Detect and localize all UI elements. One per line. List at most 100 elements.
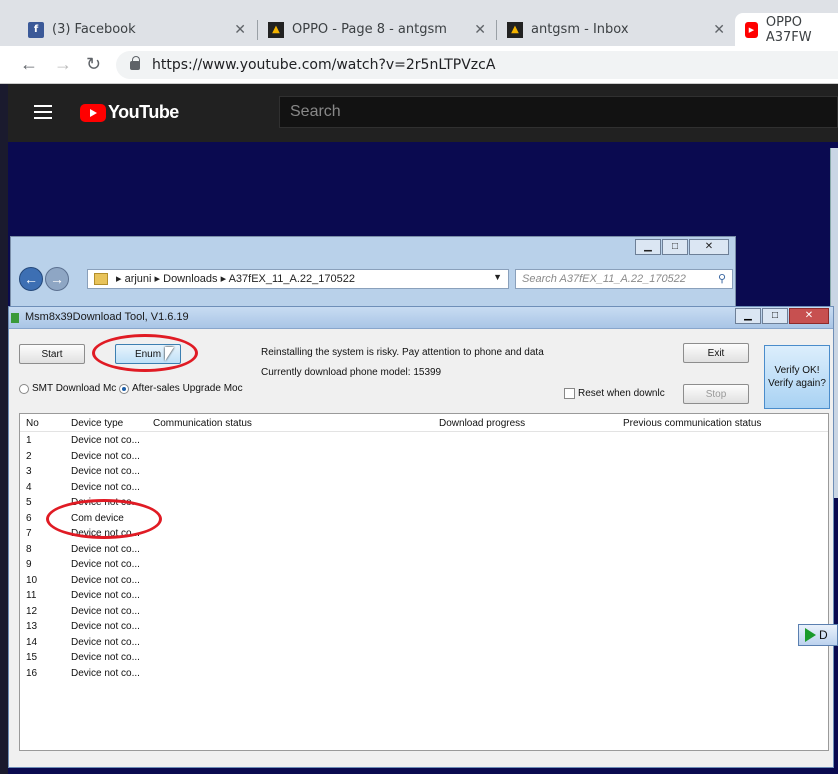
row-number: 4 — [26, 481, 32, 493]
address-bar: ← → ↻ https://www.youtube.com/watch?v=2r… — [0, 46, 838, 84]
search-placeholder: Search A37fEX_11_A.22_170522 — [522, 273, 686, 285]
table-row[interactable]: 16 Device not co... — [20, 667, 828, 683]
table-row[interactable]: 12 Device not co... — [20, 605, 828, 621]
row-device-type: Device not co... — [71, 574, 140, 586]
breadcrumb[interactable]: ▸ arjuni ▸ Downloads ▸ A37fEX_11_A.22_17… — [87, 269, 509, 289]
antgsm-icon: ▲ — [507, 21, 523, 38]
device-list[interactable]: No Device type Communication status Down… — [19, 413, 829, 751]
row-number: 12 — [26, 605, 38, 617]
table-row[interactable]: 9 Device not co... — [20, 558, 828, 574]
close-icon[interactable]: ✕ — [689, 239, 729, 255]
table-row[interactable]: 14 Device not co... — [20, 636, 828, 652]
back-arrow-icon[interactable]: ← — [19, 267, 43, 291]
checkbox-box — [564, 388, 575, 399]
url-field[interactable]: https://www.youtube.com/watch?v=2r5nLTPV… — [116, 51, 838, 79]
maximize-icon[interactable]: □ — [762, 308, 788, 324]
row-number: 8 — [26, 543, 32, 555]
download-button[interactable]: D — [798, 624, 838, 646]
tab-title: (3) Facebook — [52, 22, 136, 37]
table-row[interactable]: 3 Device not co... — [20, 465, 828, 481]
window-controls: ▁ □ ✕ — [734, 308, 829, 324]
folder-icon — [94, 273, 108, 285]
aftersales-upgrade-radio[interactable]: After-sales Upgrade Moc — [119, 383, 243, 394]
row-device-type: Device not co... — [71, 435, 140, 446]
row-device-type: Device not co... — [71, 590, 140, 601]
column-header[interactable]: Communication status — [153, 418, 252, 429]
column-header[interactable]: Download progress — [439, 418, 525, 429]
reset-when-download-checkbox[interactable]: Reset when downlc — [564, 388, 665, 399]
row-number: 14 — [26, 636, 38, 648]
minimize-icon[interactable]: ▁ — [735, 308, 761, 324]
tab-title: OPPO - Page 8 - antgsm — [292, 22, 447, 37]
search-icon: ⚲ — [717, 273, 726, 285]
column-header[interactable]: Device type — [71, 418, 123, 429]
breadcrumb-item[interactable]: Downloads — [163, 273, 217, 285]
table-row[interactable]: 13 Device not co... — [20, 620, 828, 636]
chevron-down-icon[interactable]: ▼ — [493, 272, 502, 282]
close-icon[interactable]: ✕ — [474, 22, 486, 38]
title-bar: Msm8x39Download Tool, V1.6.19 ▁ □ ✕ — [9, 307, 833, 329]
radio-circle — [19, 383, 29, 394]
row-device-type: Device not co... — [71, 481, 140, 493]
radio-circle — [119, 383, 129, 394]
column-header[interactable]: Previous communication status — [623, 418, 761, 429]
row-device-type: Device not co... — [71, 450, 140, 462]
menu-icon[interactable] — [34, 105, 52, 119]
highlight-circle — [92, 334, 198, 372]
minimize-icon[interactable]: ▁ — [635, 239, 661, 255]
row-number: 11 — [26, 590, 37, 601]
play-arrow-icon — [805, 628, 816, 642]
verify-button[interactable]: Verify OK! Verify again? — [764, 345, 830, 409]
forward-arrow-icon[interactable]: → — [45, 267, 69, 291]
breadcrumb-item[interactable]: A37fEX_11_A.22_170522 — [229, 273, 355, 285]
tab-facebook[interactable]: f (3) Facebook ✕ — [18, 13, 256, 46]
row-device-type: Device not co... — [71, 621, 140, 632]
row-number: 5 — [26, 497, 32, 508]
verify-line-1: Verify OK! — [774, 365, 820, 376]
table-row[interactable]: 2 Device not co... — [20, 450, 828, 466]
close-icon[interactable]: ✕ — [789, 308, 829, 324]
close-icon[interactable]: ✕ — [713, 22, 725, 38]
close-icon[interactable]: ✕ — [234, 22, 246, 38]
smt-download-radio[interactable]: SMT Download Mc — [19, 383, 116, 394]
youtube-logo[interactable]: YouTube — [80, 102, 179, 123]
table-row[interactable]: 4 Device not co... — [20, 481, 828, 497]
row-number: 6 — [26, 512, 32, 524]
row-device-type: Device not co... — [71, 466, 140, 477]
row-number: 13 — [26, 621, 38, 632]
row-device-type: Device not co... — [71, 543, 140, 555]
forward-arrow-icon[interactable]: → — [54, 54, 72, 75]
table-row[interactable]: 15 Device not co... — [20, 651, 828, 667]
breadcrumb-item[interactable]: arjuni — [125, 273, 152, 285]
tab-antgsm-inbox[interactable]: ▲ antgsm - Inbox ✕ — [497, 13, 735, 46]
explorer-search-input[interactable]: Search A37fEX_11_A.22_170522 ⚲ — [515, 269, 733, 289]
maximize-icon[interactable]: □ — [662, 239, 688, 255]
start-button[interactable]: Start — [19, 344, 85, 364]
window-title: Msm8x39Download Tool, V1.6.19 — [25, 311, 189, 323]
youtube-play-icon — [80, 103, 106, 122]
reload-icon[interactable]: ↻ — [86, 54, 101, 75]
radio-label: SMT Download Mc — [32, 383, 117, 394]
row-number: 10 — [26, 574, 38, 586]
stop-button[interactable]: Stop — [683, 384, 749, 404]
row-device-type: Device not co... — [71, 559, 140, 570]
lock-icon — [130, 55, 140, 70]
table-row[interactable]: 10 Device not co... — [20, 574, 828, 590]
url-text: https://www.youtube.com/watch?v=2r5nLTPV… — [152, 57, 496, 73]
window-controls: ▁ □ ✕ — [634, 239, 729, 255]
row-device-type: Device not co... — [71, 667, 140, 679]
verify-line-2: Verify again? — [768, 378, 826, 389]
tab-title: OPPO A37FW — [765, 14, 812, 45]
youtube-search-input[interactable]: Search — [279, 96, 838, 128]
exit-button[interactable]: Exit — [683, 343, 749, 363]
download-tool-window: Msm8x39Download Tool, V1.6.19 ▁ □ ✕ Star… — [8, 306, 834, 768]
table-row[interactable]: 8 Device not co... — [20, 543, 828, 559]
table-row[interactable]: 1 Device not co... — [20, 434, 828, 450]
tab-youtube-video[interactable]: ▶ OPPO A37FW — [735, 13, 838, 46]
tab-antgsm-page[interactable]: ▲ OPPO - Page 8 - antgsm ✕ — [258, 13, 496, 46]
row-number: 1 — [26, 435, 32, 446]
column-header[interactable]: No — [26, 418, 39, 429]
table-row[interactable]: 11 Device not co... — [20, 589, 828, 605]
highlight-circle — [46, 499, 162, 539]
back-arrow-icon[interactable]: ← — [20, 54, 38, 75]
